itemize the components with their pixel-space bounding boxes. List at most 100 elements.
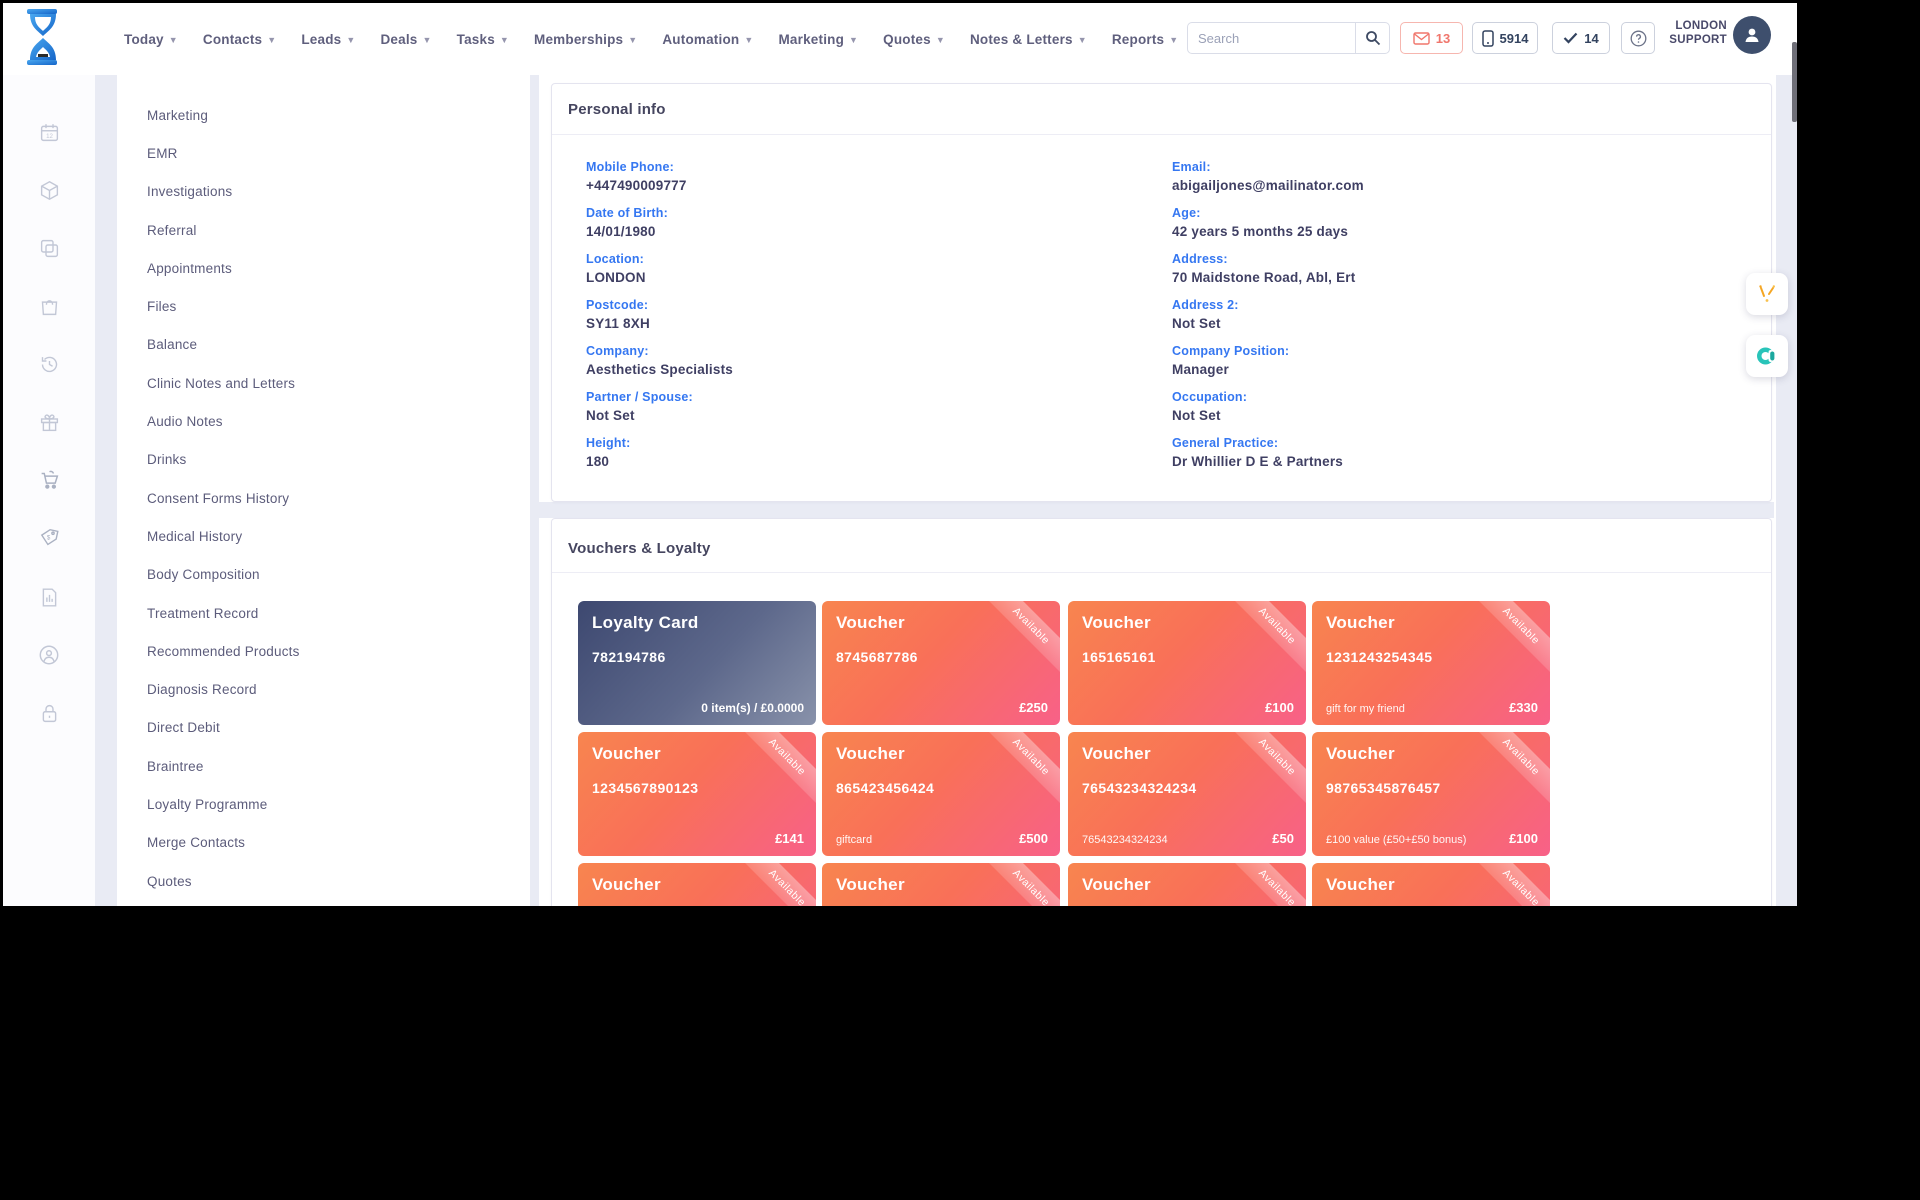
voucher-card[interactable]: Available Voucher 1234567890123 £141 — [578, 732, 816, 856]
info-field: Mobile Phone: +447490009777 — [586, 160, 1126, 193]
field-label: Height: — [586, 436, 1126, 450]
sidebar-item-treatment-record[interactable]: Treatment Record — [117, 594, 530, 632]
nav-item-memberships[interactable]: Memberships ▼ — [534, 32, 637, 47]
available-ribbon: Available — [1471, 732, 1550, 807]
sidebar-item-audio-notes[interactable]: Audio Notes — [117, 402, 530, 440]
field-label: Company Position: — [1172, 344, 1712, 358]
sidebar-item-quotes[interactable]: Quotes — [117, 862, 530, 900]
help-button[interactable] — [1621, 22, 1655, 54]
voucher-card[interactable]: Available Voucher — [1312, 863, 1550, 906]
sidebar-item-referral[interactable]: Referral — [117, 211, 530, 249]
sidebar-item-files[interactable]: Files — [117, 287, 530, 325]
whats-new-button[interactable] — [1746, 273, 1788, 315]
nav-item-tasks[interactable]: Tasks ▼ — [457, 32, 509, 47]
page-scrollbar-thumb[interactable] — [1792, 42, 1797, 122]
voucher-number: 98765345876457 — [1326, 780, 1441, 796]
voucher-title: Voucher — [836, 744, 905, 764]
voucher-description: giftcard — [836, 834, 872, 846]
shopping-bag-icon[interactable] — [37, 294, 61, 318]
voucher-card[interactable]: Available Voucher 1231243254345 gift for… — [1312, 601, 1550, 725]
sidebar-item-body-composition[interactable]: Body Composition — [117, 556, 530, 594]
voucher-card[interactable]: Available Voucher 76543234324234 7654323… — [1068, 732, 1306, 856]
copy-icon[interactable] — [37, 236, 61, 260]
chevron-down-icon: ▼ — [744, 35, 753, 45]
sidebar-item-appointments[interactable]: Appointments — [117, 249, 530, 287]
nav-item-deals[interactable]: Deals ▼ — [380, 32, 431, 47]
voucher-amount: £100 — [1509, 831, 1538, 846]
voucher-card[interactable]: Available Voucher 98765345876457 £100 va… — [1312, 732, 1550, 856]
nav-item-notes-letters[interactable]: Notes & Letters ▼ — [970, 32, 1087, 47]
voucher-card[interactable]: Available Voucher 8745687786 £250 — [822, 601, 1060, 725]
sidebar-item-marketing[interactable]: Marketing — [117, 96, 530, 134]
gift-icon[interactable] — [37, 410, 61, 434]
messages-badge[interactable]: 13 — [1400, 22, 1463, 54]
user-avatar[interactable] — [1733, 16, 1771, 54]
chevron-down-icon: ▼ — [1078, 35, 1087, 45]
sidebar-item-balance[interactable]: Balance — [117, 326, 530, 364]
field-label: Company: — [586, 344, 1126, 358]
sidebar-item-clinic-notes-and-letters[interactable]: Clinic Notes and Letters — [117, 364, 530, 402]
sidebar-item-consent-forms-history[interactable]: Consent Forms History — [117, 479, 530, 517]
user-name: LONDON SUPPORT — [1655, 19, 1727, 47]
available-ribbon: Available — [981, 863, 1060, 906]
divider — [552, 572, 1771, 573]
voucher-description: 76543234324234 — [1082, 834, 1168, 846]
lock-icon[interactable] — [37, 701, 61, 725]
info-field: Partner / Spouse: Not Set — [586, 390, 1126, 423]
nav-item-quotes[interactable]: Quotes ▼ — [883, 32, 945, 47]
sidebar-item-merge-contacts[interactable]: Merge Contacts — [117, 824, 530, 862]
cart-icon[interactable] — [37, 468, 61, 492]
field-value: 180 — [586, 454, 1126, 469]
voucher-card[interactable]: Available Voucher — [822, 863, 1060, 906]
calendar-icon[interactable]: 12 — [37, 120, 61, 144]
voucher-card[interactable]: Available Voucher — [578, 863, 816, 906]
sidebar-item-braintree[interactable]: Braintree — [117, 747, 530, 785]
nav-item-leads[interactable]: Leads ▼ — [301, 32, 355, 47]
app-logo-hourglass-icon[interactable] — [21, 7, 65, 67]
search-icon[interactable] — [1355, 23, 1389, 53]
history-icon[interactable] — [37, 352, 61, 376]
sidebar-item-diagnosis-record[interactable]: Diagnosis Record — [117, 670, 530, 708]
available-ribbon: Available — [981, 601, 1060, 676]
field-label: Occupation: — [1172, 390, 1712, 404]
sidebar-item-emr[interactable]: EMR — [117, 134, 530, 172]
report-icon[interactable] — [37, 585, 61, 609]
sidebar-item-drinks[interactable]: Drinks — [117, 441, 530, 479]
voucher-card[interactable]: Available Voucher — [1068, 863, 1306, 906]
tasks-badge[interactable]: 14 — [1552, 22, 1610, 54]
voucher-card[interactable]: Available Voucher 865423456424 giftcard … — [822, 732, 1060, 856]
account-icon[interactable] — [37, 643, 61, 667]
top-header: Today ▼ Contacts ▼ Leads ▼ Deals ▼ Tasks… — [3, 3, 1797, 75]
field-label: Date of Birth: — [586, 206, 1126, 220]
info-field: Location: LONDON — [586, 252, 1126, 285]
chevron-down-icon: ▼ — [849, 35, 858, 45]
info-field: Email: abigailjones@mailinator.com — [1172, 160, 1712, 193]
voucher-card[interactable]: Available Voucher 165165161 £100 — [1068, 601, 1306, 725]
sidebar-item-direct-debit[interactable]: Direct Debit — [117, 709, 530, 747]
package-icon[interactable] — [37, 178, 61, 202]
nav-item-reports[interactable]: Reports ▼ — [1112, 32, 1179, 47]
field-value: Not Set — [586, 408, 1126, 423]
sidebar-item-loyalty-programme[interactable]: Loyalty Programme — [117, 785, 530, 823]
sidebar-item-recommended-products[interactable]: Recommended Products — [117, 632, 530, 670]
sidebar-item-medical-history[interactable]: Medical History — [117, 517, 530, 555]
nav-item-automation[interactable]: Automation ▼ — [662, 32, 753, 47]
available-ribbon: Available — [1227, 863, 1306, 906]
field-label: Age: — [1172, 206, 1712, 220]
field-value: 42 years 5 months 25 days — [1172, 224, 1712, 239]
personal-info-card: Personal info Mobile Phone: +44749000977… — [551, 83, 1772, 502]
field-value: Manager — [1172, 362, 1712, 377]
chat-widget-button[interactable] — [1746, 335, 1788, 377]
info-field: Address 2: Not Set — [1172, 298, 1712, 331]
phone-badge[interactable]: 5914 — [1472, 22, 1538, 54]
voucher-number: 8745687786 — [836, 649, 918, 665]
card-gap-band — [539, 502, 1774, 518]
price-tag-icon[interactable]: $ — [37, 526, 61, 550]
nav-item-contacts[interactable]: Contacts ▼ — [203, 32, 276, 47]
search-input[interactable] — [1188, 23, 1355, 53]
phone-count: 5914 — [1500, 31, 1529, 46]
loyalty-card[interactable]: Loyalty Card7821947860 item(s) / £0.0000 — [578, 601, 816, 725]
sidebar-item-investigations[interactable]: Investigations — [117, 173, 530, 211]
nav-item-today[interactable]: Today ▼ — [124, 32, 178, 47]
nav-item-marketing[interactable]: Marketing ▼ — [778, 32, 858, 47]
